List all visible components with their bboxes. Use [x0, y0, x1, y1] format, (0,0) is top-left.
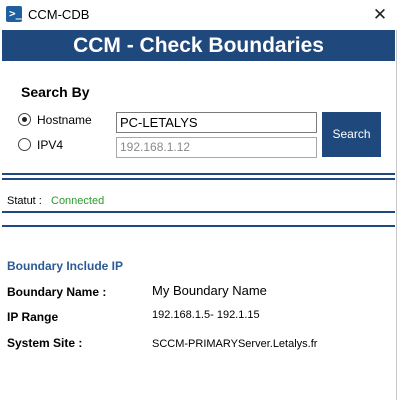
separator-top-2	[2, 178, 395, 180]
hostname-radio-label: Hostname	[37, 113, 92, 127]
search-by-label: Search By	[21, 84, 90, 100]
header-banner: CCM - Check Boundaries	[2, 30, 395, 61]
separator-mid-2	[2, 225, 395, 227]
ipv4-input[interactable]: 192.168.1.12	[116, 137, 317, 158]
close-button[interactable]: ✕	[366, 2, 394, 28]
ip-range-value: 192.168.1.5- 192.1.15	[152, 309, 260, 321]
ipv4-radio[interactable]	[18, 138, 31, 151]
title-bar: >_ CCM-CDB ✕	[0, 0, 397, 30]
boundary-name-label: Boundary Name :	[7, 285, 107, 299]
system-site-value: SCCM-PRIMARYServer.Letalys.fr	[152, 338, 318, 350]
powershell-icon: >_	[6, 6, 22, 22]
close-icon: ✕	[372, 5, 388, 24]
hostname-radio[interactable]	[18, 113, 31, 126]
system-site-label: System Site :	[7, 336, 83, 350]
search-button[interactable]: Search	[322, 112, 381, 157]
app-window: >_ CCM-CDB ✕ CCM - Check Boundaries Sear…	[0, 0, 397, 400]
ipv4-radio-label: IPV4	[37, 138, 64, 152]
boundary-name-value: My Boundary Name	[152, 283, 267, 298]
status-value: Connected	[51, 195, 105, 207]
status-label: Statut :	[7, 195, 42, 207]
separator-top	[2, 173, 395, 175]
separator-mid	[2, 211, 395, 213]
window-title: CCM-CDB	[28, 7, 90, 22]
ip-range-label: IP Range	[7, 310, 59, 324]
boundary-section-title: Boundary Include IP	[7, 259, 124, 273]
page-title: CCM - Check Boundaries	[73, 34, 324, 57]
hostname-input[interactable]: PC-LETALYS	[116, 112, 317, 133]
